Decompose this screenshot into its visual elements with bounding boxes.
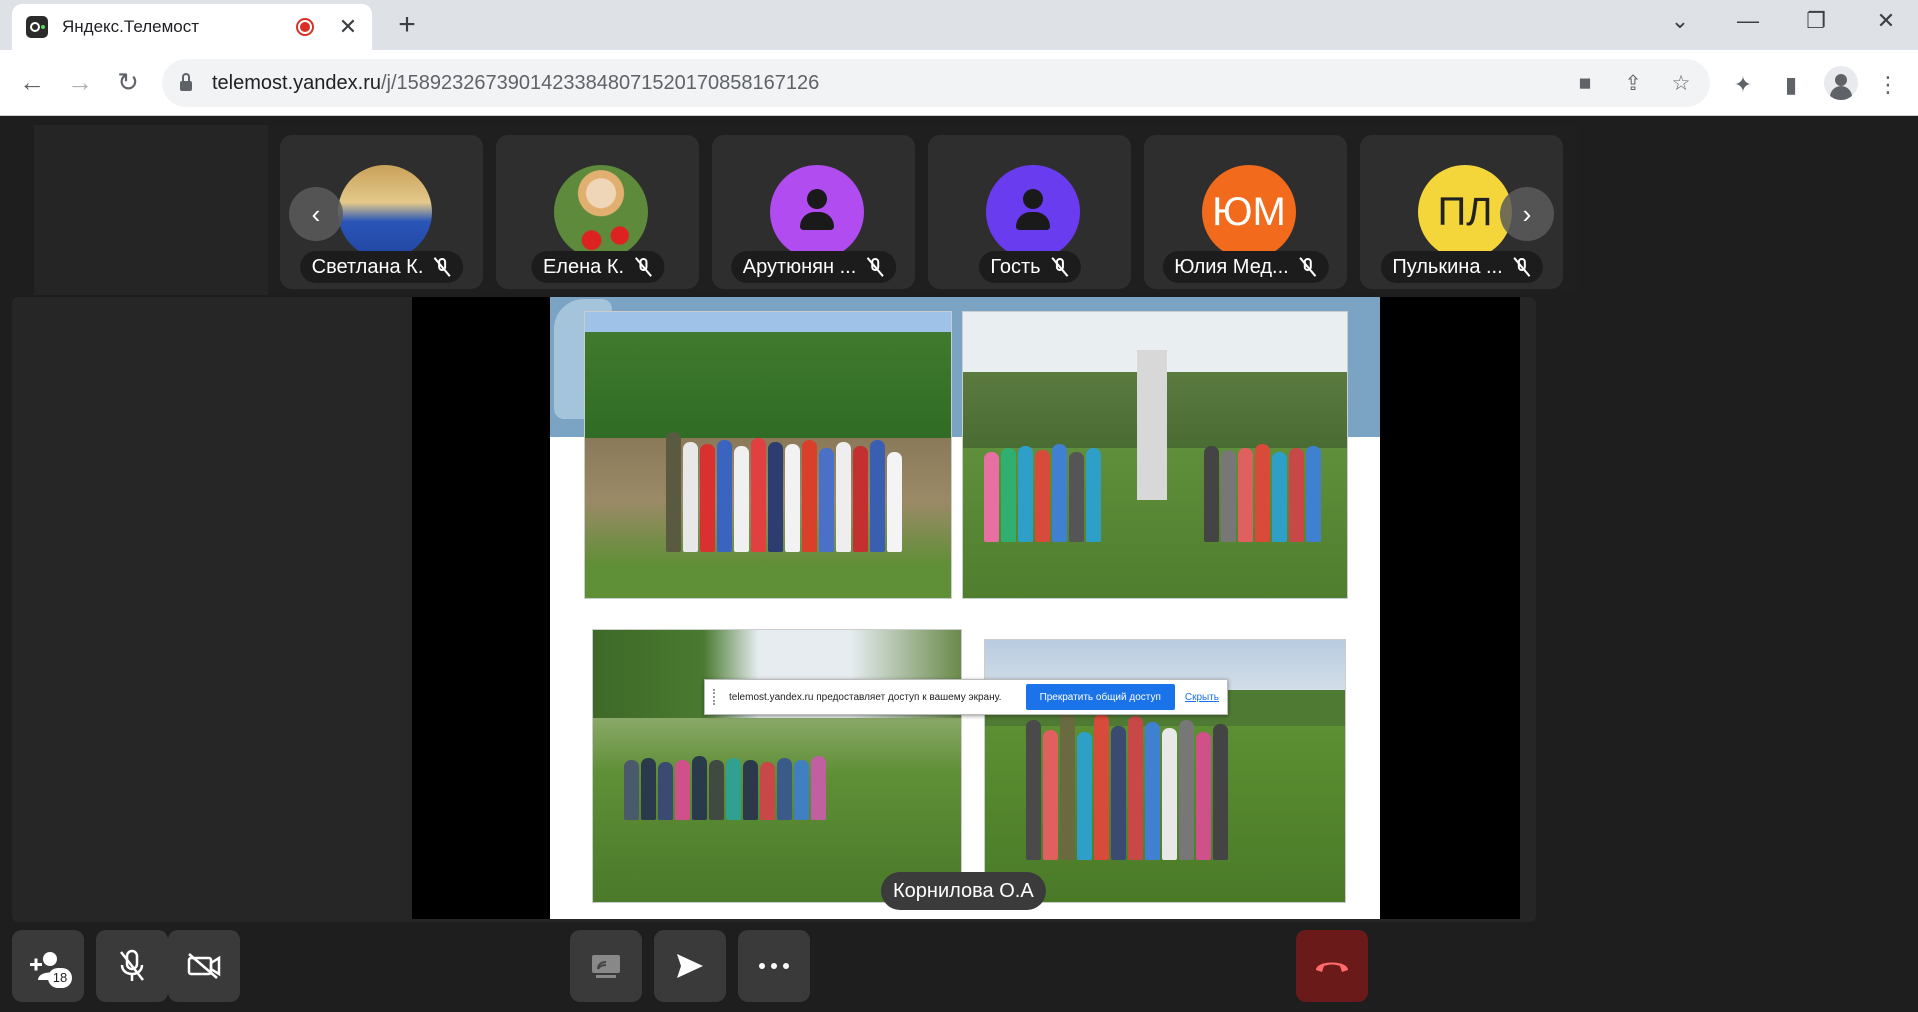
bookmark-star-icon[interactable]: ☆ (1668, 71, 1694, 97)
presentation-slide (550, 297, 1380, 919)
invite-participants-button[interactable]: 18 (12, 930, 84, 1002)
url-text: telemost.yandex.ru/j/1589232673901423384… (212, 71, 820, 94)
person-icon (770, 165, 864, 259)
mic-off-icon (634, 257, 652, 277)
tab-title: Яндекс.Телемост (62, 17, 200, 36)
profile-avatar-icon[interactable] (1824, 66, 1858, 100)
mic-off-icon (866, 257, 884, 277)
close-window-button[interactable]: ✕ (1866, 8, 1906, 34)
participant-name-pill: Юлия Мед... (1162, 251, 1329, 283)
carousel-next-button[interactable]: › (1500, 187, 1554, 241)
send-button[interactable] (654, 930, 726, 1002)
main-stage (12, 297, 1536, 922)
person-icon (986, 165, 1080, 259)
recording-indicator-icon (296, 18, 314, 36)
close-tab-icon[interactable]: ✕ (338, 14, 358, 40)
participant-avatar (338, 165, 432, 259)
participant-avatar (554, 165, 648, 259)
mic-off-icon (120, 949, 144, 981)
more-options-button[interactable] (738, 930, 810, 1002)
send-arrow-icon (677, 954, 703, 978)
extensions-puzzle-icon[interactable]: ✦ (1729, 71, 1757, 99)
stop-sharing-button[interactable]: Прекратить общий доступ (1025, 684, 1175, 710)
back-button[interactable]: ← (14, 64, 50, 100)
screen-share-banner: telemost.yandex.ru предоставляет доступ … (704, 679, 1228, 715)
forward-button[interactable]: → (62, 64, 98, 100)
share-icon[interactable]: ⇪ (1620, 71, 1646, 97)
mic-off-icon (1299, 257, 1317, 277)
participant-name-pill: Арутюнян ... (730, 251, 897, 283)
empty-panel (34, 125, 268, 295)
mic-off-icon (1513, 257, 1531, 277)
browser-tab[interactable]: Яндекс.Телемост ✕ (12, 4, 372, 50)
participant-name-pill: Гость (978, 251, 1081, 283)
camera-icon[interactable]: ■ (1572, 71, 1598, 97)
participant-name-pill: Светлана К. (299, 251, 464, 283)
minimize-button[interactable]: — (1728, 8, 1768, 34)
participant-initials: ПЛ (1418, 165, 1512, 259)
participant-name-pill: Пулькина ... (1380, 251, 1543, 283)
screen-share-icon (592, 955, 620, 978)
participants-count-badge: 18 (48, 968, 72, 988)
camera-off-icon (187, 953, 221, 979)
participant-tile[interactable]: ЮМ Юлия Мед... (1144, 135, 1347, 289)
lock-icon[interactable] (180, 73, 192, 91)
camera-toggle-button[interactable] (168, 930, 240, 1002)
new-tab-button[interactable]: + (392, 10, 422, 40)
microphone-toggle-button[interactable] (96, 930, 168, 1002)
slide-photo (584, 311, 952, 599)
participant-tile[interactable]: Елена К. (496, 135, 699, 289)
active-speaker-name: Корнилова О.А (881, 872, 1046, 910)
participant-tile[interactable]: Арутюнян ... (712, 135, 915, 289)
browser-menu-icon[interactable]: ⋮ (1874, 71, 1902, 99)
participant-name-pill: Елена К. (530, 251, 665, 283)
screen-share-button[interactable] (570, 930, 642, 1002)
telemost-favicon-icon (26, 16, 48, 38)
side-panel-icon[interactable]: ▮ (1777, 71, 1805, 99)
shared-screen (412, 297, 1520, 919)
browser-toolbar: ← → ↻ telemost.yandex.ru/j/1589232673901… (0, 50, 1918, 116)
drag-handle-icon[interactable] (713, 689, 719, 705)
address-bar[interactable]: telemost.yandex.ru/j/1589232673901423384… (162, 59, 1710, 107)
more-dots-icon (759, 963, 789, 969)
hang-up-icon (1316, 962, 1348, 972)
hide-banner-link[interactable]: Скрыть (1185, 692, 1219, 703)
restore-button[interactable]: ❐ (1796, 8, 1836, 34)
participant-tile[interactable]: Гость (928, 135, 1131, 289)
slide-photo (592, 629, 962, 903)
mic-off-icon (1051, 257, 1069, 277)
browser-tab-bar: Яндекс.Телемост ✕ + ⌄ — ❐ ✕ (0, 0, 1918, 50)
end-call-button[interactable] (1296, 930, 1368, 1002)
participant-initials: ЮМ (1202, 165, 1296, 259)
carousel-prev-button[interactable]: ‹ (289, 187, 343, 241)
participants-strip: Светлана К. Елена К. Арутюнян ... Гость … (268, 125, 1578, 292)
mic-off-icon (433, 257, 451, 277)
share-banner-text: telemost.yandex.ru предоставляет доступ … (729, 691, 1002, 703)
reload-button[interactable]: ↻ (110, 64, 146, 100)
tab-search-icon[interactable]: ⌄ (1660, 8, 1700, 34)
slide-photo (962, 311, 1348, 599)
